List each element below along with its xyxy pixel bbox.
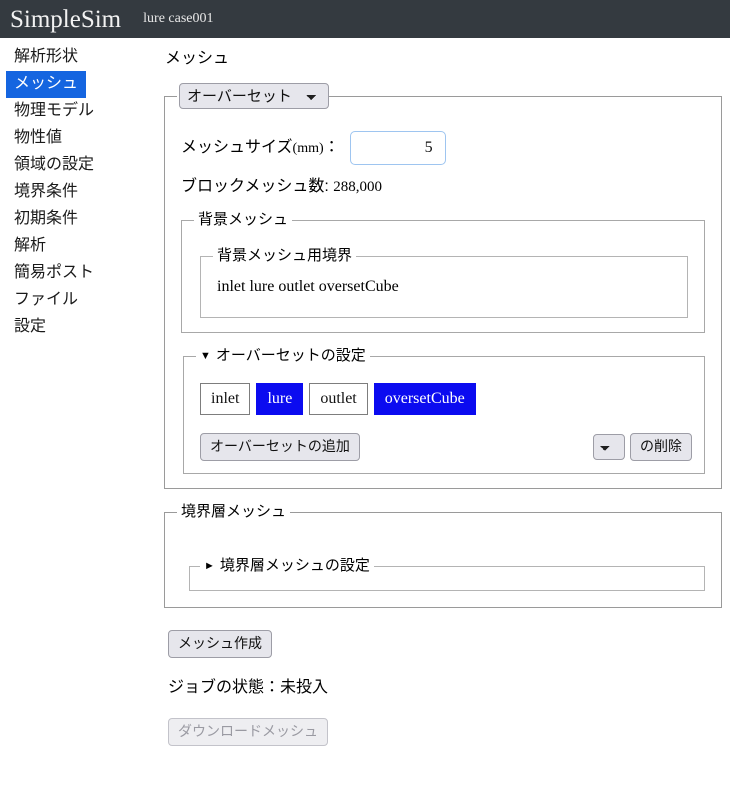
mesh-size-row: メッシュサイズ(mm)： xyxy=(181,131,709,165)
delete-overset-select[interactable] xyxy=(593,434,625,460)
mesh-type-select[interactable]: オーバーセット xyxy=(179,83,329,109)
sidebar-item-boundary-conditions[interactable]: 境界条件 xyxy=(6,179,86,206)
sidebar: 解析形状 メッシュ 物理モデル 物性値 領域の設定 境界条件 初期条件 解析 簡… xyxy=(0,38,140,341)
main-content: メッシュ オーバーセット メッシュサイズ(mm)： ブロックメッシュ数: 288… xyxy=(140,38,730,746)
triangle-right-icon: ► xyxy=(204,560,215,572)
app-brand: SimpleSim xyxy=(10,5,122,33)
case-label: lure case001 xyxy=(143,11,214,26)
mesh-size-input[interactable] xyxy=(349,131,446,165)
background-boundary-list: inlet lure outlet oversetCube xyxy=(217,278,399,295)
sidebar-item-initial-conditions[interactable]: 初期条件 xyxy=(6,206,86,233)
boundary-layer-settings-panel: ► 境界層メッシュの設定 xyxy=(189,557,705,591)
download-mesh-button[interactable]: ダウンロードメッシュ xyxy=(168,718,328,746)
boundary-layer-settings-label: 境界層メッシュの設定 xyxy=(219,557,370,574)
delete-overset-button[interactable]: の削除 xyxy=(630,433,692,461)
sidebar-item-file[interactable]: ファイル xyxy=(6,287,86,314)
boundary-layer-settings-legend[interactable]: ► 境界層メッシュの設定 xyxy=(200,557,374,576)
background-boundary-panel: 背景メッシュ用境界 inlet lure outlet oversetCube xyxy=(200,247,688,318)
delete-overset-group: の削除 xyxy=(593,433,692,461)
mesh-size-label: メッシュサイズ(mm)： xyxy=(181,138,340,156)
download-mesh-row: ダウンロードメッシュ xyxy=(168,718,722,746)
sidebar-item-settings[interactable]: 設定 xyxy=(6,314,54,341)
build-mesh-row: メッシュ作成 xyxy=(168,630,722,658)
block-mesh-label: ブロックメッシュ数 xyxy=(181,178,325,195)
sidebar-item-geometry[interactable]: 解析形状 xyxy=(6,44,86,71)
sidebar-item-mesh[interactable]: メッシュ xyxy=(6,71,87,98)
background-boundary-legend: 背景メッシュ用境界 xyxy=(217,247,353,264)
overset-config-legend-label: オーバーセットの設定 xyxy=(215,347,366,364)
mesh-type-panel: オーバーセット メッシュサイズ(mm)： ブロックメッシュ数: 288,000 … xyxy=(164,83,722,489)
boundary-layer-legend: 境界層メッシュ xyxy=(181,503,287,520)
add-overset-button[interactable]: オーバーセットの追加 xyxy=(200,433,360,461)
build-mesh-button[interactable]: メッシュ作成 xyxy=(168,630,272,658)
background-mesh-panel: 背景メッシュ 背景メッシュ用境界 inlet lure outlet overs… xyxy=(181,211,705,333)
job-status-text: ジョブの状態：未投入 xyxy=(168,679,329,696)
triangle-down-icon: ▼ xyxy=(200,350,211,362)
mesh-type-legend: オーバーセット xyxy=(177,83,329,109)
sidebar-item-physics-model[interactable]: 物理モデル xyxy=(6,98,102,125)
overset-chip-inlet[interactable]: inlet xyxy=(200,383,251,415)
app-header: SimpleSim lure case001 xyxy=(0,0,730,38)
sidebar-item-material[interactable]: 物性値 xyxy=(6,125,70,152)
sidebar-item-region[interactable]: 領域の設定 xyxy=(6,152,102,179)
overset-chip-lure[interactable]: lure xyxy=(256,383,304,415)
background-mesh-legend: 背景メッシュ xyxy=(198,211,289,228)
overset-config-legend[interactable]: ▼ オーバーセットの設定 xyxy=(196,347,370,366)
overset-chip-oversetcube[interactable]: oversetCube xyxy=(373,383,476,415)
sidebar-item-analysis[interactable]: 解析 xyxy=(6,233,54,260)
page-title: メッシュ xyxy=(165,50,230,67)
overset-chip-outlet[interactable]: outlet xyxy=(309,383,368,415)
block-mesh-count: ブロックメッシュ数: 288,000 xyxy=(181,178,383,195)
page-layout: 解析形状 メッシュ 物理モデル 物性値 領域の設定 境界条件 初期条件 解析 簡… xyxy=(0,38,730,746)
overset-chip-row: inlet lure outlet oversetCube xyxy=(200,383,692,415)
overset-action-row: オーバーセットの追加 の削除 xyxy=(200,433,692,461)
block-mesh-value: 288,000 xyxy=(333,179,383,195)
overset-config-panel: ▼ オーバーセットの設定 inlet lure outlet oversetCub… xyxy=(183,347,705,474)
sidebar-item-simple-post[interactable]: 簡易ポスト xyxy=(6,260,102,287)
mesh-size-unit: (mm) xyxy=(292,140,324,156)
boundary-layer-panel: 境界層メッシュ ► 境界層メッシュの設定 xyxy=(164,503,722,608)
